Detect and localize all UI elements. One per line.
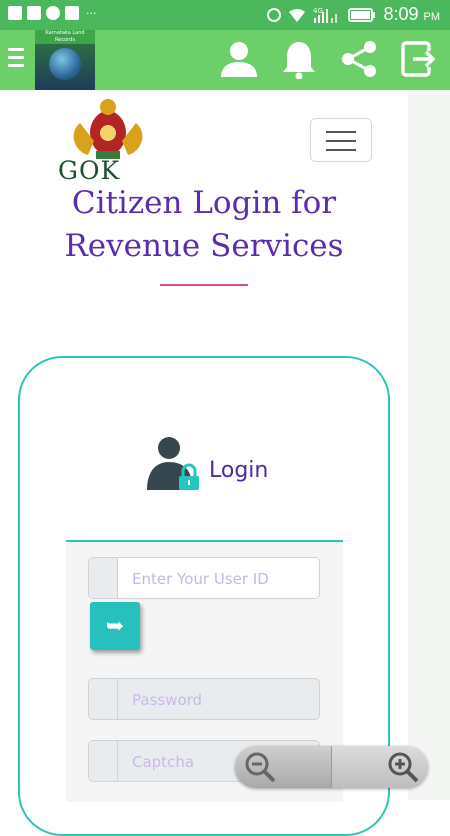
password-addon [89,679,118,719]
user-lock-icon [145,432,205,496]
submit-user-id-button[interactable]: ➥ [90,602,140,650]
user-id-input[interactable]: Enter Your User ID [118,558,319,598]
system-status: 4G 8:09 PM [267,4,440,25]
zoom-in-icon [388,752,419,783]
logo-banner: Karnataka Land Records [35,30,95,44]
login-title: Login [209,457,269,483]
overflow-dots: ··· [86,6,97,20]
title-underline [160,284,248,286]
user-id-addon [89,558,118,598]
menu-icon[interactable] [8,48,24,72]
password-field[interactable]: Password [88,678,320,720]
title-line-1: Citizen Login for [71,185,337,221]
password-input[interactable]: Password [118,679,319,719]
gok-label: GOK [58,156,121,185]
signal-icon: 4G [313,6,341,24]
status-bar: ··· 4G 8:09 PM [0,0,450,30]
sim-icon [27,6,41,20]
battery-icon [348,7,376,22]
alarm-icon [267,7,282,22]
captcha-addon [89,741,118,781]
whatsapp-icon [46,6,60,20]
gmail-icon [65,6,79,20]
profile-icon[interactable] [218,38,260,80]
zoom-out-icon [245,752,276,783]
app-logo: Karnataka Land Records [35,30,95,90]
globe-icon [49,48,81,80]
login-heading: Login [145,432,268,496]
page-gutter [408,90,450,800]
svg-text:4G: 4G [313,7,323,15]
page-title: Citizen Login for Revenue Services [0,182,408,268]
navbar-toggle-button[interactable] [310,118,372,162]
app-bar: Karnataka Land Records [0,30,450,90]
logout-icon[interactable] [398,38,440,80]
facebook-icon [8,6,22,20]
title-line-2: Revenue Services [64,228,344,264]
user-id-field[interactable]: Enter Your User ID [88,557,320,599]
karnataka-emblem [58,93,158,165]
zoom-out-button[interactable] [235,746,332,788]
notification-icons: ··· [8,6,97,20]
share-icon[interactable] [338,38,380,80]
bell-icon[interactable] [278,38,320,80]
zoom-control [235,746,428,788]
zoom-in-button[interactable] [332,746,428,788]
wifi-icon [288,7,306,23]
clock: 8:09 PM [383,4,440,24]
